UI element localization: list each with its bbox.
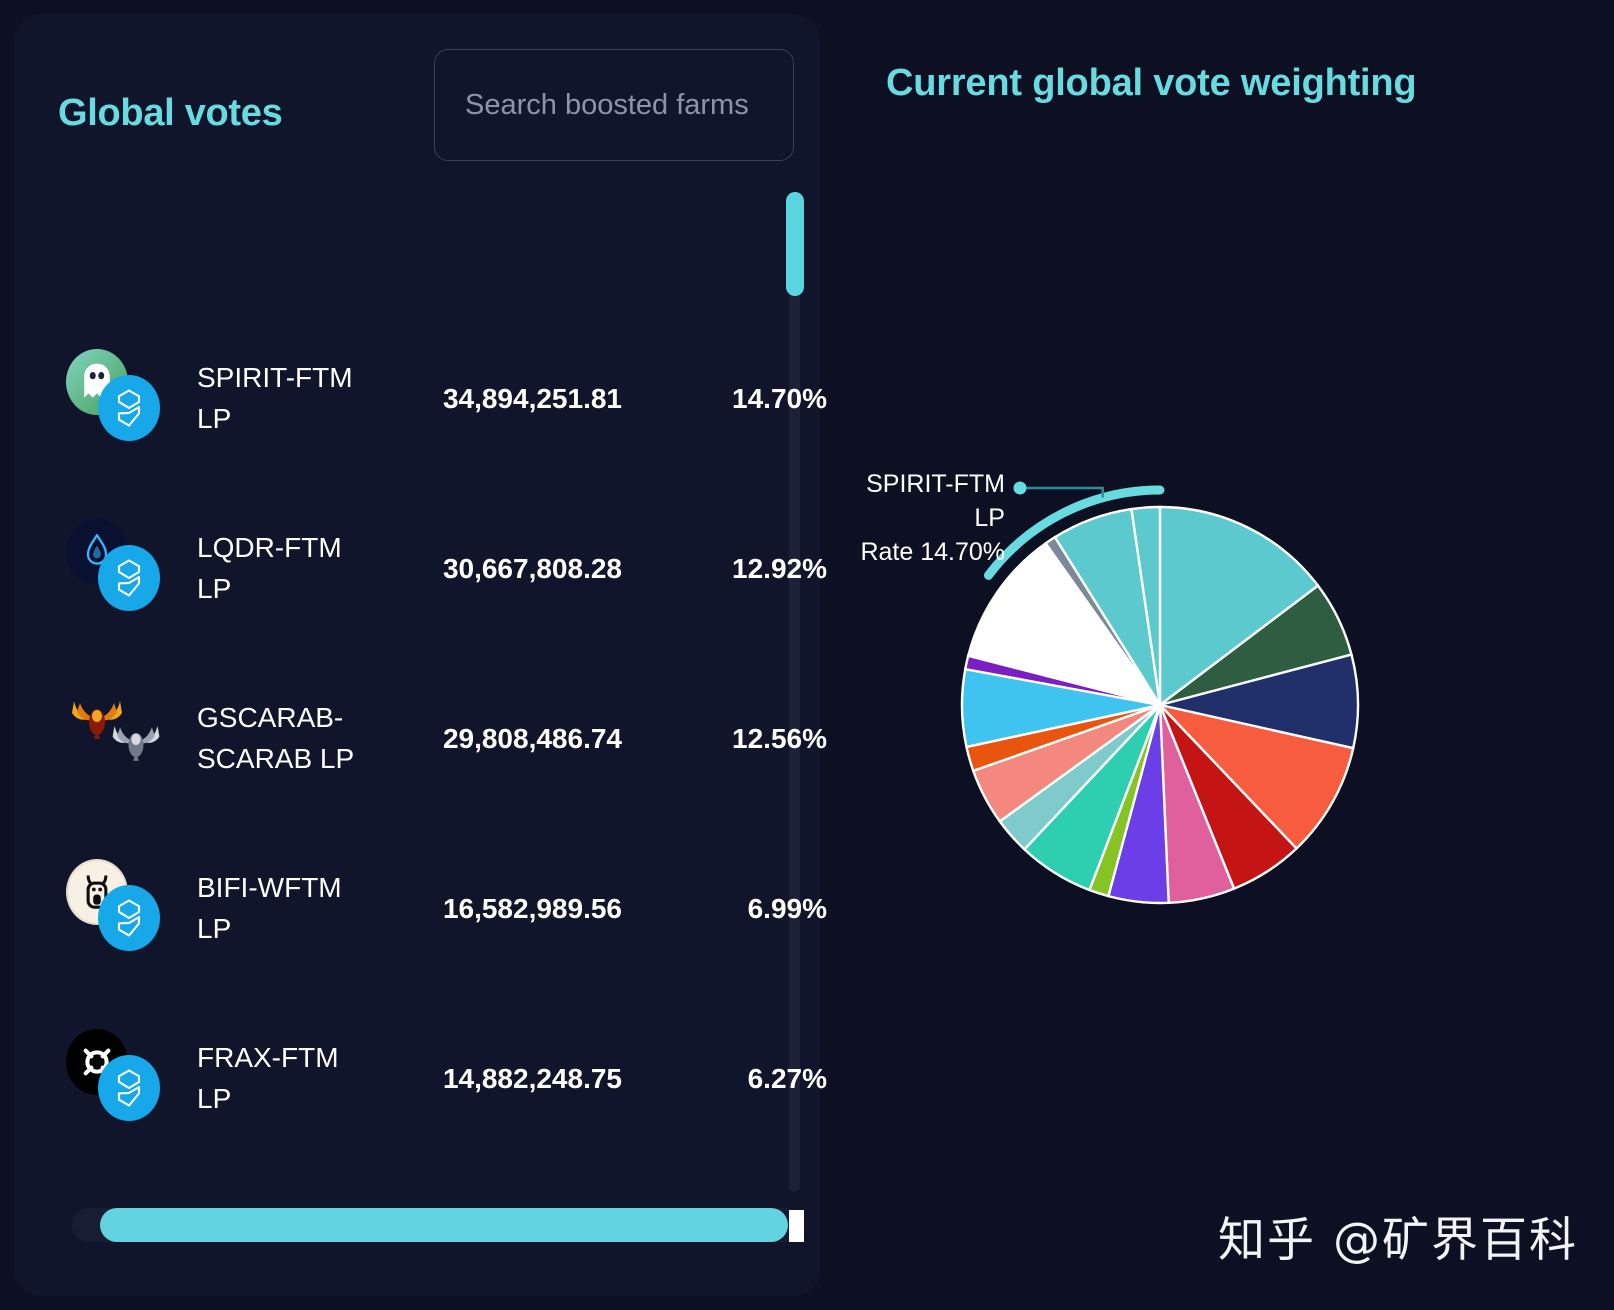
token-pair-icons [62,349,172,449]
row-votes: 16,582,989.56 [442,893,622,924]
row-rate: 6.27% [747,1063,827,1094]
page-title: Global votes [58,92,283,134]
fantom-icon [98,1055,160,1121]
row-votes: 14,882,248.75 [442,1063,622,1094]
table-row[interactable]: FRAX-FTM LP 14,882,248.75 6.27% [14,994,827,1164]
votes-list: SPIRIT-FTM LP 34,894,251.81 14.70% LQDR-… [14,314,827,1164]
token-pair-icons [62,1029,172,1129]
pie-leader-line [1020,486,1104,498]
scarab-icon [106,719,166,771]
row-votes: 34,894,251.81 [442,383,622,414]
row-rate: 14.70% [732,383,827,414]
row-votes: 29,808,486.74 [442,723,622,754]
vertical-scrollbar-thumb[interactable] [786,192,804,296]
horizontal-scrollbar-thumb[interactable] [100,1208,788,1242]
fantom-icon [98,885,160,951]
pie-annotation: SPIRIT-FTM LP Rate 14.70% [830,468,1005,569]
horizontal-scrollbar-end-cap [789,1210,804,1242]
watermark: 知乎 @矿界百科 [1218,1213,1578,1268]
app-root: Global votes Search boosted farms SPIRIT… [0,0,1614,1310]
row-pair-name: SPIRIT-FTM LP [197,362,353,434]
fantom-icon [98,375,160,441]
token-pair-icons [62,519,172,619]
row-rate: 12.56% [732,723,827,754]
row-pair-name: LQDR-FTM LP [197,532,342,604]
row-pair-name: GSCARAB-SCARAB LP [197,702,355,774]
token-pair-icons [62,859,172,959]
table-row[interactable]: SPIRIT-FTM LP 34,894,251.81 14.70% [14,314,827,484]
table-row[interactable]: LQDR-FTM LP 30,667,808.28 12.92% [14,484,827,654]
fantom-glyph [117,899,141,937]
row-pair-name: FRAX-FTM LP [197,1042,339,1114]
row-rate: 12.92% [732,553,827,584]
vote-weighting-pie-chart: SPIRIT-FTM LP Rate 14.70% [830,440,1530,960]
vertical-scrollbar-track[interactable] [789,192,800,1192]
fantom-glyph [117,1069,141,1107]
row-rate: 6.99% [747,893,827,924]
table-row[interactable]: GSCARAB-SCARAB LP 29,808,486.74 12.56% [14,654,827,824]
token-pair-icons [62,689,172,789]
silver-scarab-glyph [112,725,160,761]
row-votes: 30,667,808.28 [442,553,622,584]
search-input[interactable] [434,49,794,161]
table-row[interactable]: BIFI-WFTM LP 16,582,989.56 6.99% [14,824,827,994]
fantom-glyph [117,559,141,597]
row-pair-name: BIFI-WFTM LP [197,872,342,944]
fantom-glyph [117,389,141,427]
pie-annotation-label: SPIRIT-FTM LP [866,470,1005,532]
chart-title: Current global vote weighting [886,62,1417,104]
pie-annotation-rate: Rate 14.70% [860,537,1005,566]
fantom-icon [98,545,160,611]
global-votes-card: Global votes Search boosted farms SPIRIT… [14,14,827,1296]
pie-leader-dot [1013,481,1027,495]
